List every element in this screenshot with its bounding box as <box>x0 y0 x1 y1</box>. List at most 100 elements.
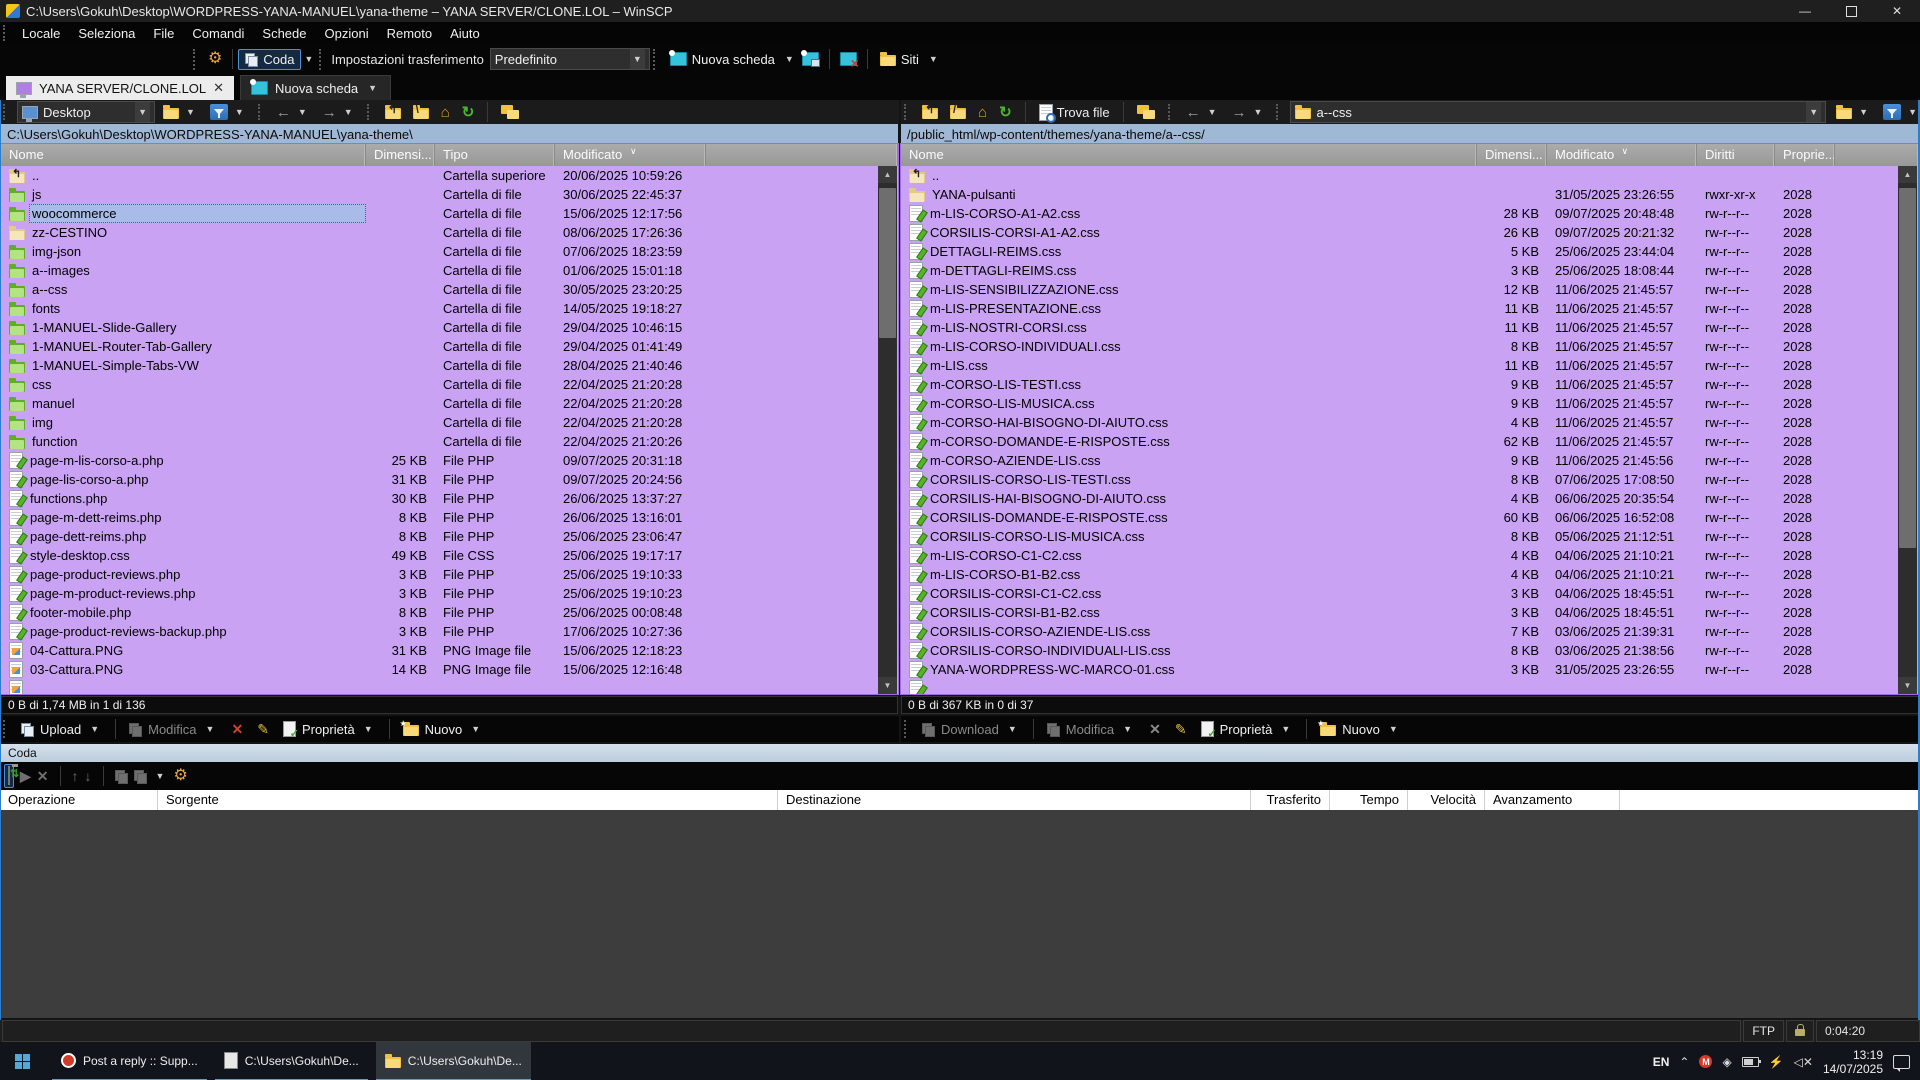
file-row[interactable]: CORSILIS-HAI-BISOGNO-DI-AIUTO.css4 KB06/… <box>901 489 1919 508</box>
tab-close-icon[interactable]: ✕ <box>213 80 224 96</box>
queue-column-tempo[interactable]: Tempo <box>1330 790 1408 810</box>
file-row[interactable]: a--cssCartella di file30/05/2025 23:20:2… <box>1 280 898 299</box>
queue-move-up-button[interactable]: ↑ <box>72 768 79 784</box>
battery-icon[interactable] <box>1742 1057 1759 1067</box>
file-row[interactable]: img-jsonCartella di file07/06/2025 18:23… <box>1 242 898 261</box>
menu-opzioni[interactable]: Opzioni <box>316 22 378 44</box>
remote-open-directory-button[interactable]: ▼ <box>1832 104 1875 120</box>
tray-notification-badge-icon[interactable]: M <box>1699 1055 1712 1068</box>
menu-locale[interactable]: Locale <box>13 22 69 44</box>
remote-location-select[interactable]: a--css ▼ <box>1290 101 1826 123</box>
sites-dropdown-arrow[interactable]: ▼ <box>926 54 941 64</box>
file-row[interactable]: page-m-lis-corso-a.php25 KBFile PHP09/07… <box>1 451 898 470</box>
local-forward-button[interactable]: →▼ <box>318 104 360 121</box>
queue-column-trasferito[interactable]: Trasferito <box>1251 790 1330 810</box>
column-header-name[interactable]: Nome <box>1 144 366 166</box>
file-row[interactable]: m-LIS-CORSO-INDIVIDUALI.css8 KB11/06/202… <box>901 337 1919 356</box>
file-row[interactable]: m-CORSO-DOMANDE-E-RISPOSTE.css62 KB11/06… <box>901 432 1919 451</box>
file-row[interactable]: woocommerceCartella di file15/06/2025 12… <box>1 204 898 223</box>
menu-schede[interactable]: Schede <box>253 22 315 44</box>
menu-file[interactable]: File <box>144 22 183 44</box>
language-indicator[interactable]: EN <box>1653 1055 1670 1069</box>
file-row[interactable]: functions.php30 KBFile PHP26/06/2025 13:… <box>1 489 898 508</box>
file-row[interactable]: CORSILIS-DOMANDE-E-RISPOSTE.css60 KB06/0… <box>901 508 1919 527</box>
maximize-button[interactable] <box>1828 0 1874 22</box>
tray-chevron-up-icon[interactable]: ⌃ <box>1679 1055 1689 1069</box>
edit-button[interactable]: Modifica▼ <box>123 720 223 739</box>
file-row[interactable]: 1-MANUEL-Router-Tab-GalleryCartella di f… <box>1 337 898 356</box>
protocol-indicator[interactable]: FTP <box>1743 1020 1784 1042</box>
file-row[interactable]: fontsCartella di file14/05/2025 19:18:27 <box>1 299 898 318</box>
chevron-down-icon[interactable]: ▼ <box>153 771 168 781</box>
remote-home-directory-button[interactable]: ⌂ <box>974 104 991 121</box>
file-row[interactable]: manuelCartella di file22/04/2025 21:20:2… <box>1 394 898 413</box>
menu-comandi[interactable]: Comandi <box>183 22 253 44</box>
column-header-size[interactable]: Dimensi... <box>1477 144 1547 166</box>
delete-button[interactable]: ✕ <box>225 719 249 740</box>
queue-delete-button[interactable]: ✕ <box>37 768 49 785</box>
queue-column-avanzamento[interactable]: Avanzamento <box>1485 790 1620 810</box>
file-row[interactable]: page-lis-corso-a.php31 KBFile PHP09/07/2… <box>1 470 898 489</box>
scroll-down-icon[interactable]: ▼ <box>878 677 897 694</box>
new-button[interactable]: ★Nuovo▼ <box>397 720 490 739</box>
file-row[interactable]: m-CORSO-LIS-MUSICA.css9 KB11/06/2025 21:… <box>901 394 1919 413</box>
scroll-up-icon[interactable]: ▲ <box>1898 166 1917 183</box>
queue-move-down-button[interactable]: ↓ <box>85 768 92 784</box>
file-row[interactable]: page-product-reviews.php3 KBFile PHP25/0… <box>1 565 898 584</box>
queue-resume-button[interactable]: ▶ <box>20 768 31 785</box>
local-location-select[interactable]: Desktop ▼ <box>17 101 155 123</box>
file-row[interactable]: 04-Cattura.PNG31 KBPNG Image file15/06/2… <box>1 641 898 660</box>
remote-filter-button[interactable]: ▼ <box>1879 103 1920 121</box>
file-row[interactable]: YANA-WORDPRESS-WC-MARCO-01.css3 KB31/05/… <box>901 660 1919 679</box>
file-row[interactable]: 03-Cattura.PNG14 KBPNG Image file15/06/2… <box>1 660 898 679</box>
tray-shield-icon[interactable]: ◈ <box>1722 1055 1731 1069</box>
queue-column-velocità[interactable]: Velocità <box>1408 790 1485 810</box>
file-row[interactable]: 1-MANUEL-Simple-Tabs-VWCartella di file2… <box>1 356 898 375</box>
file-row[interactable]: m-LIS-CORSO-C1-C2.css4 KB04/06/2025 21:1… <box>901 546 1919 565</box>
file-row[interactable]: m-CORSO-LIS-TESTI.css9 KB11/06/2025 21:4… <box>901 375 1919 394</box>
preferences-button[interactable]: ⚙ <box>203 48 227 70</box>
remote-scrollbar[interactable]: ▲ ▼ <box>1898 166 1917 694</box>
remote-path-bar[interactable]: /public_html/wp-content/themes/yana-them… <box>901 124 1919 144</box>
sites-button[interactable]: Siti <box>873 49 926 70</box>
new-button[interactable]: ★Nuovo▼ <box>1314 720 1407 739</box>
file-row[interactable]: CORSILIS-CORSO-AZIENDE-LIS.css7 KB03/06/… <box>901 622 1919 641</box>
file-row[interactable]: CORSILIS-CORSI-A1-A2.css26 KB09/07/2025 … <box>901 223 1919 242</box>
close-button[interactable]: ✕ <box>1874 0 1920 22</box>
file-row[interactable]: m-LIS-SENSIBILIZZAZIONE.css12 KB11/06/20… <box>901 280 1919 299</box>
queue-column-destinazione[interactable]: Destinazione <box>778 790 1251 810</box>
file-row[interactable]: cssCartella di file22/04/2025 21:20:28 <box>1 375 898 394</box>
local-open-directory-button[interactable]: ▼ <box>159 104 202 120</box>
tab-new-session[interactable]: Nuova scheda ▼ <box>240 75 391 100</box>
file-row[interactable]: page-dett-reims.php8 KBFile PHP25/06/202… <box>1 527 898 546</box>
file-row[interactable]: functionCartella di file22/04/2025 21:20… <box>1 432 898 451</box>
remote-root-directory-button[interactable]: / <box>946 104 970 120</box>
queue-show-button[interactable] <box>4 764 14 788</box>
file-row[interactable]: page-product-reviews-backup.php3 KBFile … <box>1 622 898 641</box>
scroll-down-icon[interactable]: ▼ <box>1898 677 1917 694</box>
rename-button[interactable]: ✎ <box>1169 719 1193 740</box>
start-button[interactable] <box>0 1043 44 1080</box>
remote-parent-directory-button[interactable]: ↰ <box>918 104 942 120</box>
file-row[interactable]: m-LIS-PRESENTAZIONE.css11 KB11/06/2025 2… <box>901 299 1919 318</box>
queue-column-operazione[interactable]: Operazione <box>0 790 158 810</box>
remote-refresh-button[interactable]: ↻ <box>995 104 1016 121</box>
queue-toggle-button[interactable]: Coda <box>238 49 301 70</box>
file-row[interactable]: CORSILIS-CORSO-LIS-MUSICA.css8 KB05/06/2… <box>901 527 1919 546</box>
file-row[interactable]: footer-mobile.php8 KBFile PHP25/06/2025 … <box>1 603 898 622</box>
queue-dropdown-arrow[interactable]: ▼ <box>301 54 316 64</box>
upload-button[interactable]: Upload▼ <box>15 720 108 739</box>
column-header-type[interactable]: Tipo <box>435 144 555 166</box>
file-row[interactable]: m-CORSO-AZIENDE-LIS.css9 KB11/06/2025 21… <box>901 451 1919 470</box>
local-filter-button[interactable]: ▼ <box>206 103 251 121</box>
volume-muted-icon[interactable]: ◁✕ <box>1794 1055 1813 1069</box>
file-row[interactable]: ↰.. <box>901 166 1919 185</box>
file-row[interactable]: ↰..Cartella superiore20/06/2025 10:59:26 <box>1 166 898 185</box>
file-row[interactable]: DETTAGLI-REIMS.css5 KB25/06/2025 23:44:0… <box>901 242 1919 261</box>
file-row[interactable]: m-LIS.css11 KB11/06/2025 21:45:57rw-r--r… <box>901 356 1919 375</box>
local-parent-directory-button[interactable]: ↰ <box>381 104 405 120</box>
queue-batch-icon[interactable] <box>134 770 147 783</box>
close-tab-button[interactable] <box>835 49 862 69</box>
download-button[interactable]: Download▼ <box>916 720 1026 739</box>
column-header-modified[interactable]: Modificato <box>1547 144 1697 166</box>
